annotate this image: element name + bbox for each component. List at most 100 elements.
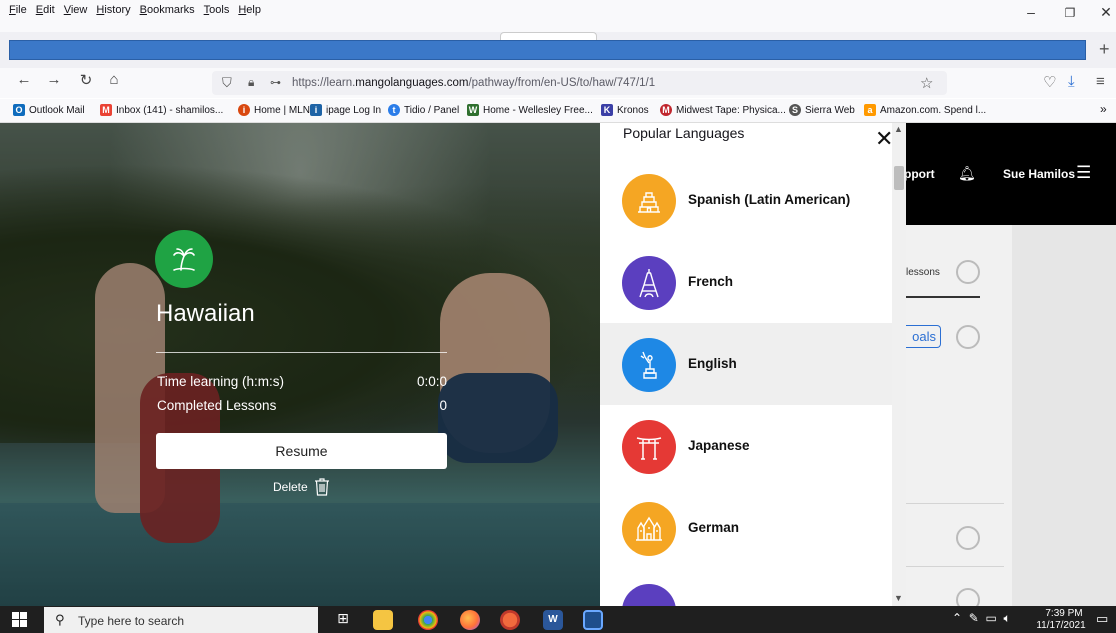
- url-path: /pathway/from/en-US/to/haw/747/1/1: [468, 77, 656, 89]
- search-placeholder: Type here to search: [78, 614, 185, 628]
- menu-view[interactable]: View: [64, 4, 88, 16]
- restore-icon[interactable]: ❐: [1060, 6, 1080, 20]
- tracking-shield-icon[interactable]: ⛉: [222, 75, 232, 91]
- menu-edit[interactable]: Edit: [36, 4, 55, 16]
- bookmark-label: Inbox (141) - shamilos...: [116, 104, 224, 116]
- panel-title: Popular Languages: [623, 125, 745, 141]
- menu-tools[interactable]: Tools: [204, 4, 230, 16]
- menu-file[interactable]: File: [9, 4, 27, 16]
- back-icon[interactable]: ←: [14, 71, 34, 88]
- minimize-icon[interactable]: –: [1021, 4, 1041, 20]
- globe-icon: S: [789, 104, 801, 116]
- defender-icon[interactable]: [583, 610, 603, 630]
- bookmark-star-icon[interactable]: ☆: [920, 74, 933, 92]
- search-icon: ⚲: [55, 612, 65, 627]
- language-option-german[interactable]: German: [600, 487, 892, 569]
- close-window-icon[interactable]: ✕: [1096, 4, 1116, 21]
- bookmark-gmail[interactable]: M Inbox (141) - shamilos...: [100, 104, 223, 116]
- bookmark-midwest-tape[interactable]: M Midwest Tape: Physica...: [660, 104, 786, 116]
- bookmark-wellesley[interactable]: W Home - Wellesley Free...: [467, 104, 593, 116]
- menu-bookmarks[interactable]: Bookmarks: [140, 4, 195, 16]
- language-name: Japanese: [688, 438, 750, 453]
- chrome-icon[interactable]: [418, 610, 438, 630]
- completed-lessons-value: 0: [439, 398, 447, 413]
- bookmark-ipage[interactable]: i ipage Log In: [310, 104, 381, 116]
- statue-of-liberty-icon: [622, 338, 676, 392]
- time-learning-value: 0:0:0: [416, 374, 447, 389]
- hamburger-menu-icon[interactable]: ☰: [1076, 163, 1091, 183]
- bookmark-label: Tidio / Panel: [404, 104, 460, 116]
- lock-icon[interactable]: 🔒︎: [248, 75, 254, 90]
- tab-bar-highlight: [9, 40, 1086, 60]
- menu-history[interactable]: History: [96, 4, 130, 16]
- delete-course-button[interactable]: Delete: [273, 478, 330, 496]
- support-link[interactable]: pport: [904, 167, 935, 181]
- download-icon[interactable]: ⤓: [1068, 73, 1075, 90]
- url-text[interactable]: https://learn.mangolanguages.com/pathway…: [292, 77, 655, 89]
- bookmark-label: Home | MLN: [254, 104, 310, 116]
- language-option-french[interactable]: French: [600, 241, 892, 323]
- course-hero-image: [0, 123, 600, 606]
- menu-items: File Edit View History Bookmarks Tools H…: [9, 4, 261, 16]
- language-option-spanish[interactable]: Spanish (Latin American): [600, 159, 892, 241]
- url-prefix: https://learn.: [292, 77, 356, 89]
- menu-help[interactable]: Help: [238, 4, 261, 16]
- language-name: Spanish (Latin American): [688, 192, 851, 207]
- bookmark-amazon[interactable]: a Amazon.com. Spend l...: [864, 104, 986, 116]
- amazon-icon: a: [864, 104, 876, 116]
- new-tab-icon[interactable]: +: [1099, 39, 1110, 60]
- scroll-up-icon[interactable]: ▲: [894, 124, 903, 134]
- reload-icon[interactable]: ↻: [76, 71, 96, 89]
- bookmark-label: Kronos: [617, 104, 649, 116]
- bookmark-label: Sierra Web: [805, 104, 855, 116]
- notification-center-icon[interactable]: ▭: [1096, 611, 1108, 627]
- eiffel-tower-icon: [622, 256, 676, 310]
- more-bookmarks-icon[interactable]: »: [1100, 102, 1107, 116]
- panel-scrollbar[interactable]: [892, 123, 906, 606]
- ipage-icon: i: [310, 104, 322, 116]
- forward-icon[interactable]: →: [44, 71, 64, 88]
- notification-bell-icon[interactable]: 🔔︎: [958, 165, 976, 182]
- delete-label: Delete: [273, 480, 308, 494]
- permissions-key-icon[interactable]: ⊶: [270, 76, 281, 89]
- clock-date[interactable]: 11/17/2021: [1030, 620, 1092, 631]
- user-name[interactable]: Sue Hamilos: [1003, 167, 1075, 181]
- bookmark-kronos[interactable]: K Kronos: [601, 104, 649, 116]
- app-menu-icon[interactable]: ≡: [1096, 73, 1105, 90]
- clock-time[interactable]: 7:39 PM: [1040, 608, 1088, 619]
- bookmark-label: Outlook Mail: [29, 104, 85, 116]
- language-picker-panel: Popular Languages ✕ Spanish (Latin Ameri…: [600, 123, 893, 633]
- bookmark-outlook[interactable]: O Outlook Mail: [13, 104, 85, 116]
- language-option-japanese[interactable]: Japanese: [600, 405, 892, 487]
- goals-button[interactable]: oals: [904, 325, 941, 348]
- bookmark-tidio[interactable]: t Tidio / Panel: [388, 104, 459, 116]
- windows-start-icon[interactable]: [12, 612, 28, 628]
- bookmark-label: ipage Log In: [326, 104, 382, 116]
- scrollbar-thumb[interactable]: [894, 166, 904, 190]
- system-tray[interactable]: ⌃ ✎ ▭ 🔈︎: [952, 611, 1011, 626]
- midwest-tape-icon: M: [660, 104, 672, 116]
- bookmark-sierra[interactable]: S Sierra Web: [789, 104, 855, 116]
- torii-gate-icon: [622, 420, 676, 474]
- word-icon[interactable]: W: [543, 610, 563, 630]
- task-view-icon[interactable]: ⊞: [333, 610, 353, 630]
- time-learning-label: Time learning (h:m:s): [157, 374, 285, 389]
- language-option-english[interactable]: English: [600, 323, 892, 405]
- image-overlay: [0, 123, 600, 606]
- tab-lessons[interactable]: lessons: [906, 267, 940, 278]
- bookmark-label: Amazon.com. Spend l...: [880, 104, 987, 116]
- divider: [904, 503, 1004, 504]
- firefox-icon[interactable]: [460, 610, 480, 630]
- gmail-icon: M: [100, 104, 112, 116]
- tidio-icon: t: [388, 104, 400, 116]
- file-explorer-icon[interactable]: [373, 610, 393, 630]
- close-icon[interactable]: ✕: [875, 128, 893, 150]
- resume-button[interactable]: Resume: [156, 433, 447, 469]
- progress-ring: [956, 260, 980, 284]
- pocket-icon[interactable]: ♡: [1043, 73, 1056, 91]
- home-icon[interactable]: ⌂: [104, 71, 124, 88]
- kronos-icon: K: [601, 104, 613, 116]
- bookmark-mln[interactable]: i Home | MLN: [238, 104, 310, 116]
- scroll-down-icon[interactable]: ▼: [894, 593, 903, 603]
- pinned-app-icon[interactable]: [500, 610, 520, 630]
